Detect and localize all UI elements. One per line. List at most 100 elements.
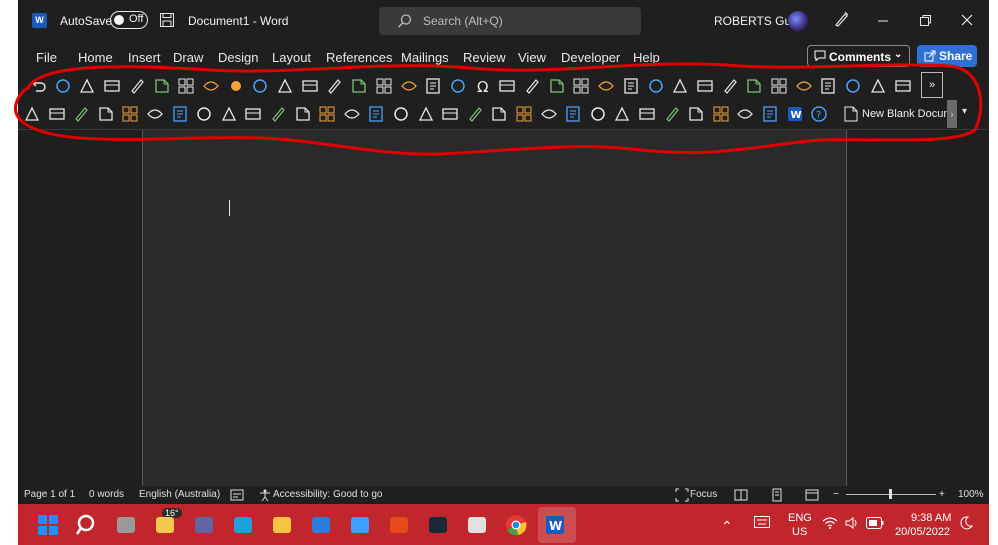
read-mode-icon[interactable]	[734, 488, 748, 502]
spell-check-icon[interactable]	[170, 104, 190, 124]
document-page[interactable]	[142, 130, 847, 486]
comment-edit-icon[interactable]	[268, 104, 288, 124]
zoom-out-button[interactable]: −	[833, 489, 839, 500]
undo-icon[interactable]	[28, 76, 48, 96]
store-icon[interactable]	[348, 513, 372, 537]
list-doc-icon[interactable]	[465, 104, 485, 124]
file-explorer-icon[interactable]	[270, 513, 294, 537]
format-painter-icon[interactable]	[127, 76, 147, 96]
lang-line-2[interactable]: US	[792, 526, 807, 538]
tab-design[interactable]: Design	[218, 50, 258, 65]
tab-mailings[interactable]: Mailings	[401, 50, 449, 65]
new-blank-document-button[interactable]: New Blank Document	[844, 104, 954, 124]
picture-icon[interactable]	[571, 76, 591, 96]
doc-delete-icon[interactable]	[317, 104, 337, 124]
omega-symbol-icon[interactable]: Ω	[473, 76, 493, 96]
steam-icon[interactable]	[426, 513, 450, 537]
zoom-icon[interactable]	[588, 104, 608, 124]
customize-toolbar-icon[interactable]: ▾	[962, 106, 976, 120]
snip-icon[interactable]	[465, 513, 489, 537]
circle-icon[interactable]	[349, 76, 369, 96]
record-dot-icon[interactable]	[226, 76, 246, 96]
send-icon[interactable]	[448, 76, 468, 96]
volume-icon[interactable]	[844, 516, 860, 533]
chrome-icon[interactable]	[504, 513, 528, 537]
highlighter-icon[interactable]	[391, 104, 411, 124]
align-icon[interactable]	[102, 76, 122, 96]
indent-icon[interactable]	[695, 76, 715, 96]
page-count[interactable]: Page 1 of 1	[24, 489, 75, 500]
edge-icon[interactable]	[231, 513, 255, 537]
tab-view[interactable]: View	[518, 50, 546, 65]
table-icon[interactable]	[275, 76, 295, 96]
form-icon[interactable]	[637, 104, 657, 124]
history-icon[interactable]	[497, 76, 517, 96]
tab-draw[interactable]: Draw	[173, 50, 203, 65]
ink-pen-icon[interactable]	[201, 76, 221, 96]
zoom-slider-thumb[interactable]	[889, 489, 892, 499]
word-taskbar-icon[interactable]: W	[543, 513, 567, 537]
minimize-icon[interactable]	[873, 10, 893, 30]
strikethrough-abc-icon[interactable]	[120, 104, 140, 124]
search-input[interactable]: Search (Alt+Q)	[379, 7, 641, 35]
share-button[interactable]: Share	[917, 45, 977, 67]
doc-lock-icon[interactable]	[366, 104, 386, 124]
print-layout-icon[interactable]	[770, 488, 784, 502]
speaker-doc-icon[interactable]	[489, 104, 509, 124]
read-aloud-icon[interactable]	[194, 104, 214, 124]
chevron-up-icon[interactable]: ⌃	[721, 518, 733, 535]
text-style-icon[interactable]	[621, 76, 641, 96]
form-red-icon[interactable]	[686, 104, 706, 124]
paste-icon[interactable]	[53, 76, 73, 96]
blue-circle-icon[interactable]	[662, 104, 682, 124]
user-name[interactable]: ROBERTS Guy	[714, 14, 797, 28]
autosave-toggle[interactable]: Off	[110, 11, 148, 29]
tab-help[interactable]: Help	[633, 50, 660, 65]
zoom-in-button[interactable]: +	[939, 489, 945, 500]
font-color-icon[interactable]	[77, 76, 97, 96]
spelling-icon[interactable]	[22, 104, 42, 124]
insert-box-icon[interactable]	[612, 104, 632, 124]
weather-icon[interactable]	[153, 513, 177, 537]
camera-doc-icon[interactable]	[735, 104, 755, 124]
accessibility-status[interactable]: Accessibility: Good to go	[273, 489, 383, 500]
web-layout-icon[interactable]	[805, 488, 819, 502]
find-icon[interactable]	[152, 76, 172, 96]
replace-icon[interactable]	[769, 76, 789, 96]
pen-icon[interactable]	[832, 10, 850, 28]
restore-icon[interactable]	[915, 10, 935, 30]
avatar[interactable]	[788, 11, 808, 31]
task-view-icon[interactable]	[114, 513, 138, 537]
cube-icon[interactable]	[794, 76, 814, 96]
comment-icon[interactable]	[399, 76, 419, 96]
focus-label[interactable]: Focus	[690, 489, 717, 500]
line-spacing-icon[interactable]	[539, 104, 559, 124]
toolbar-scroll-right[interactable]: ›	[947, 100, 957, 128]
info-doc-icon[interactable]	[243, 104, 263, 124]
tab-insert[interactable]: Insert	[128, 50, 161, 65]
office-icon[interactable]	[387, 513, 411, 537]
tab-home[interactable]: Home	[78, 50, 113, 65]
tab-references[interactable]: References	[326, 50, 392, 65]
language-status[interactable]: English (Australia)	[139, 489, 220, 500]
focus-icon[interactable]	[675, 488, 689, 502]
doc-protect-icon[interactable]	[711, 104, 731, 124]
mail-icon[interactable]	[309, 513, 333, 537]
settings-doc-icon[interactable]	[563, 104, 583, 124]
page-add-icon[interactable]	[868, 76, 888, 96]
word-count[interactable]: 0 words	[89, 489, 124, 500]
keyboard-tray-icon[interactable]	[754, 516, 770, 531]
clock-time[interactable]: 9:38 AM	[911, 512, 951, 524]
document-icon[interactable]	[96, 104, 116, 124]
keyboard-icon[interactable]	[514, 104, 534, 124]
image-icon[interactable]	[843, 76, 863, 96]
layers-icon[interactable]	[720, 76, 740, 96]
copy-icon[interactable]	[145, 104, 165, 124]
replay-icon[interactable]	[596, 76, 616, 96]
new-document-icon[interactable]	[250, 76, 270, 96]
night-light-icon[interactable]	[958, 515, 974, 534]
shapes-icon[interactable]	[300, 76, 320, 96]
save-icon[interactable]	[159, 12, 175, 28]
document-x-icon[interactable]	[219, 104, 239, 124]
clipboard-icon[interactable]	[423, 76, 443, 96]
